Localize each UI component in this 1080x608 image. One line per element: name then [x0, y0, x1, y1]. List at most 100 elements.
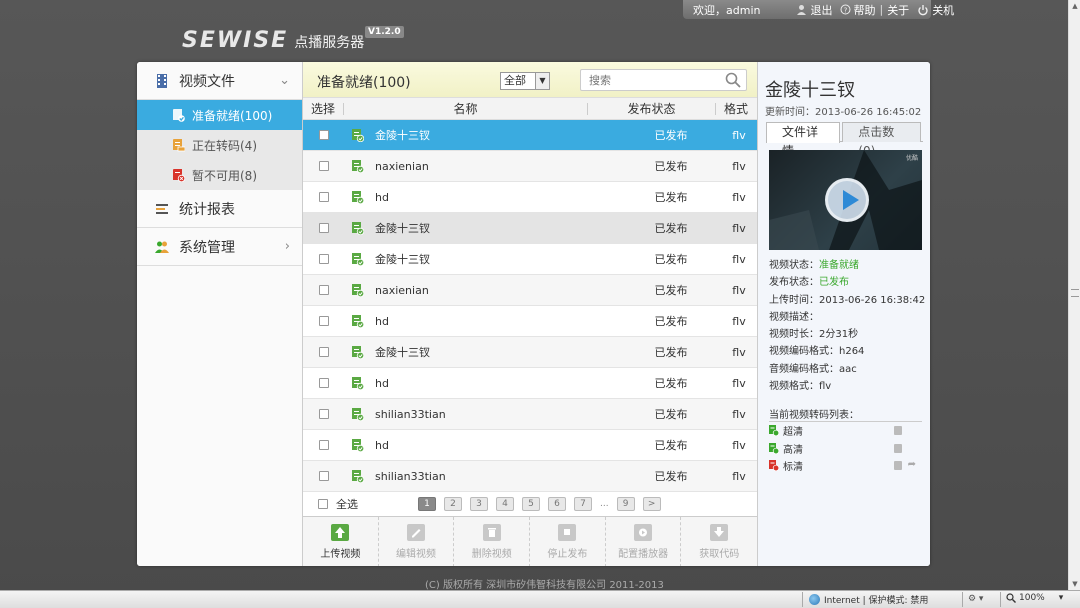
row-name: hd	[375, 314, 389, 328]
row-checkbox[interactable]	[319, 471, 329, 481]
select-all-checkbox[interactable]	[318, 499, 328, 509]
tab-file-details[interactable]: 文件详情	[766, 122, 841, 158]
about-link[interactable]: 关于	[887, 2, 909, 18]
user-icon	[797, 5, 807, 15]
divider	[962, 592, 963, 607]
status-filter-select[interactable]: 全部 ▼	[500, 72, 550, 90]
scroll-up-icon[interactable]: ▲	[1071, 2, 1079, 10]
zoom-dropdown-icon[interactable]: ▾	[1059, 593, 1064, 603]
upload-icon	[331, 524, 350, 541]
stop-icon	[558, 524, 577, 541]
pager-page-button[interactable]: 5	[522, 497, 540, 511]
status-tools-icon[interactable]: ⚙ ▾	[968, 594, 983, 604]
pager-page-button[interactable]: 1	[418, 497, 436, 511]
video-preview[interactable]: 优酷	[769, 150, 922, 250]
trash-icon[interactable]	[894, 443, 902, 453]
row-checkbox[interactable]	[319, 161, 329, 171]
row-checkbox[interactable]	[319, 378, 329, 388]
row-checkbox[interactable]	[319, 347, 329, 357]
table-row[interactable]: hd 已发布 flv	[303, 182, 757, 213]
pager-page-button[interactable]: 2	[444, 497, 462, 511]
nav-stats[interactable]: 统计报表	[137, 190, 302, 228]
table-row[interactable]: hd 已发布 flv	[303, 306, 757, 337]
table-row[interactable]: 金陵十三钗 已发布 flv	[303, 120, 757, 151]
stop-publish-button[interactable]: 停止发布	[530, 517, 606, 566]
file-error-icon	[173, 168, 185, 182]
row-name: 金陵十三钗	[375, 253, 430, 266]
brand-logo: SEWISE 点播服务器	[182, 30, 364, 52]
pager-page-button[interactable]: 3	[470, 497, 488, 511]
nav-ready[interactable]: 准备就绪(100)	[137, 100, 302, 130]
dropdown-arrow-icon[interactable]: ▼	[535, 73, 549, 89]
tab-clicks[interactable]: 点击数(0)	[842, 122, 921, 158]
security-zone[interactable]: Internet | 保护模式: 禁用	[809, 593, 928, 606]
table-row[interactable]: 金陵十三钗 已发布 flv	[303, 244, 757, 275]
encoding-file-icon	[769, 425, 779, 437]
row-checkbox[interactable]	[319, 316, 329, 326]
chevron-down-icon: ⌄	[279, 73, 290, 88]
nav-system-label: 系统管理	[179, 239, 235, 256]
logo-text: SEWISE	[182, 28, 289, 53]
scroll-thumb[interactable]	[1071, 289, 1079, 297]
table-row[interactable]: hd 已发布 flv	[303, 430, 757, 461]
nav-system[interactable]: 系统管理 ›	[137, 228, 302, 266]
video-status-line: 视频状态：准备就绪	[769, 260, 859, 271]
get-code-label: 获取代码	[699, 549, 740, 560]
video-ready-icon	[352, 314, 364, 328]
row-format: flv	[732, 128, 746, 142]
logout-link[interactable]: 退出	[796, 2, 832, 18]
pager-page-button[interactable]: 4	[496, 497, 514, 511]
row-format: flv	[732, 376, 746, 390]
table-row[interactable]: naxienian 已发布 flv	[303, 275, 757, 306]
nav-unavailable[interactable]: 暂不可用(8)	[137, 160, 302, 190]
help-link[interactable]: ? 帮助	[840, 2, 875, 18]
trash-icon[interactable]	[894, 461, 902, 470]
search-icon[interactable]	[725, 72, 741, 88]
pager-page-button[interactable]: 9	[616, 497, 635, 511]
nav-ready-label: 准备就绪(100)	[192, 108, 273, 123]
table-row[interactable]: naxienian 已发布 flv	[303, 151, 757, 182]
row-format: flv	[732, 407, 746, 421]
delete-video-button[interactable]: 删除视频	[454, 517, 531, 566]
row-icon-cell	[345, 438, 371, 452]
pager-page-button[interactable]: 6	[548, 497, 566, 511]
nav-transcoding[interactable]: 正在转码(4)	[137, 130, 302, 160]
video-ready-icon	[352, 221, 364, 235]
video-table-body: 金陵十三钗 已发布 flv naxienian 已发布 flv hd 已发布 flv 金陵十三钗已…	[303, 120, 757, 492]
table-row[interactable]: 金陵十三钗 已发布 flv	[303, 337, 757, 368]
get-code-button[interactable]: 获取代码	[681, 517, 757, 566]
table-row[interactable]: shilian33tian 已发布 flv	[303, 399, 757, 430]
search-input[interactable]	[581, 70, 721, 90]
shutdown-link[interactable]: 关机	[917, 2, 954, 18]
share-icon[interactable]: ➦	[908, 459, 916, 470]
edit-video-button[interactable]: 编辑视频	[379, 517, 455, 566]
col-select: 选择	[311, 102, 336, 116]
file-transcoding-icon	[173, 138, 185, 151]
page-scrollbar[interactable]: ▲ ▼	[1068, 0, 1080, 590]
row-format: flv	[732, 469, 746, 483]
logo-subtitle: 点播服务器	[294, 35, 365, 51]
trash-icon[interactable]	[894, 426, 902, 435]
zoom-control[interactable]: 100% ▾	[1006, 593, 1063, 603]
row-checkbox[interactable]	[319, 254, 329, 264]
row-checkbox[interactable]	[319, 440, 329, 450]
config-player-button[interactable]: 配置播放器	[606, 517, 682, 566]
table-row[interactable]: hd 已发布 flv	[303, 368, 757, 399]
row-checkbox[interactable]	[319, 409, 329, 419]
row-checkbox[interactable]	[319, 223, 329, 233]
row-icon-cell	[345, 376, 371, 390]
table-row[interactable]: 金陵十三钗 已发布 flv	[303, 213, 757, 244]
select-all[interactable]: 全选	[318, 496, 358, 512]
scroll-down-icon[interactable]: ▼	[1071, 580, 1079, 588]
pager-page-button[interactable]: 7	[574, 497, 592, 511]
row-checkbox[interactable]	[319, 130, 329, 140]
upload-video-button[interactable]: 上传视频	[303, 517, 379, 566]
sidebar: 视频文件 ⌄ 准备就绪(100) 正在转码(4) 暂不可用(8) 统计报表 系统…	[137, 62, 303, 566]
pager-next-button[interactable]: >	[642, 497, 661, 511]
table-row[interactable]: shilian33tian 已发布 flv	[303, 461, 757, 492]
row-checkbox[interactable]	[319, 285, 329, 295]
row-checkbox[interactable]	[319, 192, 329, 202]
play-icon[interactable]	[825, 178, 869, 222]
nav-video-files[interactable]: 视频文件 ⌄	[137, 62, 302, 100]
video-format: 视频格式：flv	[769, 381, 832, 393]
